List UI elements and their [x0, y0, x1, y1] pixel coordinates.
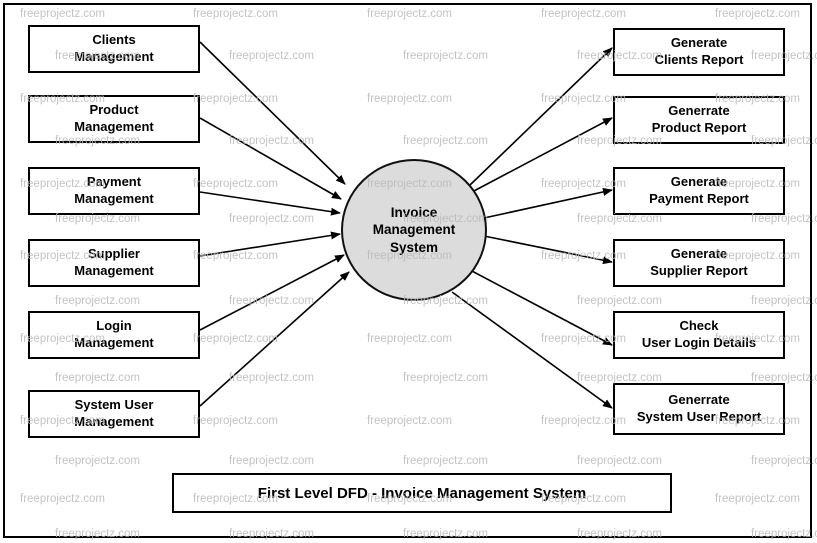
- node-label-line2: Management: [74, 335, 154, 350]
- arrow-process-to-generate-system-user-report: [451, 291, 613, 409]
- node-label-line2: Management: [74, 191, 154, 206]
- node-generate-system-user-report[interactable]: Generrate System User Report: [613, 383, 785, 435]
- node-label-line1: System User: [74, 397, 154, 413]
- node-generate-product-report[interactable]: Generrate Product Report: [613, 96, 785, 144]
- node-login-management[interactable]: Login Management: [28, 311, 200, 359]
- dfd-diagram-page: Clients Management Product Management Paym…: [0, 0, 817, 543]
- node-label-line2: System User Report: [636, 409, 762, 424]
- node-label-line2: Payment Report: [649, 191, 749, 206]
- node-label-line2: Management: [74, 414, 154, 429]
- node-generate-clients-report[interactable]: Generate Clients Report: [613, 28, 785, 76]
- arrow-system-user-management-to-process: [199, 271, 350, 407]
- arrow-login-management-to-process: [199, 254, 345, 331]
- node-label-line2: Management: [74, 119, 154, 134]
- node-generate-payment-report[interactable]: Generate Payment Report: [613, 167, 785, 215]
- node-supplier-management[interactable]: Supplier Management: [28, 239, 200, 287]
- arrow-process-to-generate-product-report: [471, 117, 613, 193]
- node-label-line1: Check: [679, 318, 719, 334]
- arrow-process-to-check-user-login-details: [469, 269, 613, 346]
- node-payment-management[interactable]: Payment Management: [28, 167, 200, 215]
- node-clients-management[interactable]: Clients Management: [28, 25, 200, 73]
- node-label-line2: Supplier Report: [650, 263, 748, 278]
- node-label-line2: Product Report: [651, 120, 747, 135]
- node-system-user-management[interactable]: System User Management: [28, 390, 200, 438]
- node-label-line2: Management: [74, 49, 154, 64]
- arrow-process-to-generate-payment-report: [483, 188, 613, 219]
- diagram-title-box: First Level DFD - Invoice Management Sys…: [172, 473, 672, 513]
- arrow-payment-management-to-process: [199, 191, 341, 216]
- arrow-process-to-generate-supplier-report: [483, 235, 613, 265]
- arrow-process-to-generate-clients-report: [469, 47, 613, 186]
- arrow-supplier-management-to-process: [199, 231, 341, 257]
- node-product-management[interactable]: Product Management: [28, 95, 200, 143]
- node-label-line1: Generrate: [668, 103, 730, 119]
- node-check-user-login-details[interactable]: Check User Login Details: [613, 311, 785, 359]
- node-label-line1: Product: [89, 102, 139, 118]
- node-label-line1: Clients: [92, 32, 136, 48]
- node-generate-supplier-report[interactable]: Generate Supplier Report: [613, 239, 785, 287]
- node-label-line2: Clients Report: [654, 52, 744, 67]
- center-process-line1: Invoice: [390, 204, 438, 220]
- node-label-line1: Payment: [86, 174, 142, 190]
- node-label-line1: Supplier: [87, 246, 140, 262]
- node-label-line2: User Login Details: [641, 335, 757, 350]
- center-process-line2: Management: [372, 222, 456, 238]
- node-label-line1: Generate: [670, 35, 728, 51]
- node-label-line1: Generrate: [668, 392, 730, 408]
- arrow-clients-management-to-process: [199, 41, 346, 185]
- center-process-invoice-management-system[interactable]: Invoice Management System: [341, 159, 487, 301]
- node-label-line1: Login: [96, 318, 132, 334]
- node-label-line2: Management: [74, 263, 154, 278]
- diagram-title: First Level DFD - Invoice Management Sys…: [257, 484, 587, 502]
- node-label-line1: Generate: [670, 246, 728, 262]
- node-label-line1: Generate: [670, 174, 728, 190]
- center-process-line3: System: [389, 239, 439, 255]
